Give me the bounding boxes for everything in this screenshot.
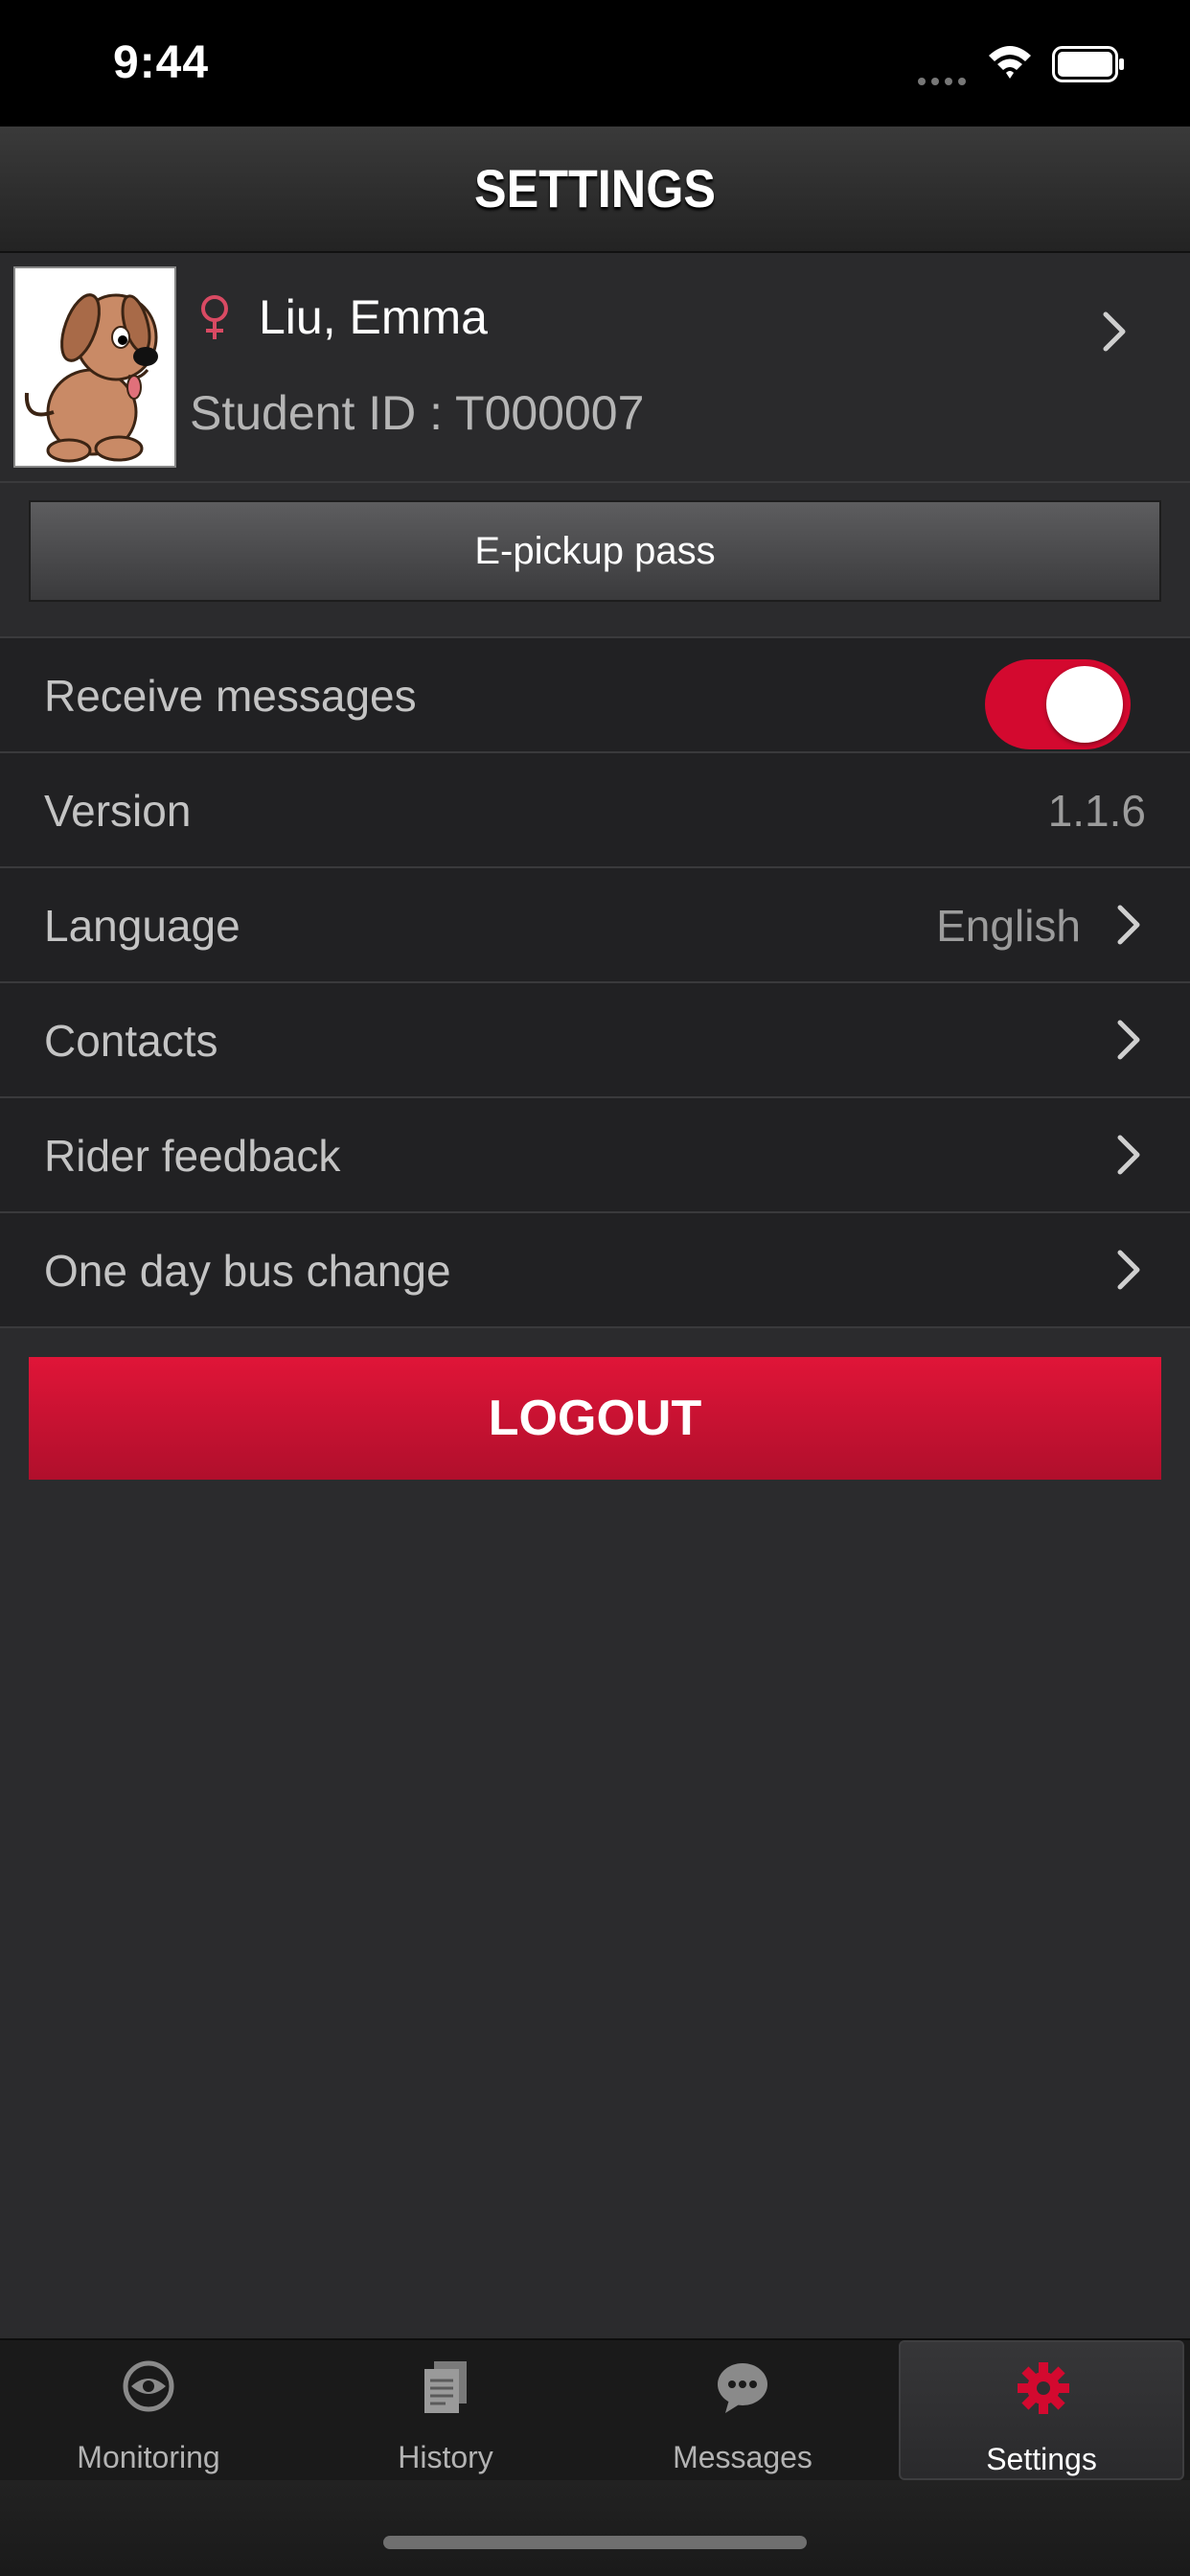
history-icon (424, 2361, 467, 2413)
version-value: 1.1.6 (1047, 786, 1146, 836)
tab-history-label: History (398, 2440, 493, 2474)
language-label: Language (44, 901, 240, 951)
toggle-knob (1046, 666, 1123, 743)
tab-monitoring[interactable]: Monitoring (0, 2340, 297, 2480)
tab-settings[interactable]: Settings (899, 2340, 1184, 2480)
home-indicator[interactable] (383, 2536, 807, 2549)
student-profile-row[interactable]: Liu, Emma Student ID : T000007 (0, 253, 1190, 483)
bottom-safe-area (0, 2480, 1190, 2576)
contacts-label: Contacts (44, 1016, 218, 1066)
tab-messages[interactable]: Messages (594, 2340, 891, 2480)
settings-gear-icon (1018, 2362, 1069, 2414)
tab-settings-label: Settings (986, 2442, 1097, 2476)
chevron-right-icon (1117, 1020, 1140, 1060)
one-day-bus-change-label: One day bus change (44, 1246, 451, 1296)
chevron-right-icon (1117, 1135, 1140, 1175)
monitoring-icon (123, 2360, 174, 2412)
chevron-right-icon (1117, 1250, 1140, 1290)
one-day-bus-change-row[interactable]: One day bus change (0, 1213, 1190, 1328)
language-value: English (936, 901, 1081, 951)
contacts-row[interactable]: Contacts (0, 983, 1190, 1098)
rider-feedback-row[interactable]: Rider feedback (0, 1098, 1190, 1213)
tab-monitoring-label: Monitoring (77, 2440, 220, 2474)
battery-icon (1052, 46, 1124, 82)
receive-messages-row: Receive messages (0, 638, 1190, 753)
student-id: Student ID : T000007 (190, 386, 645, 440)
student-avatar (13, 266, 176, 468)
receive-messages-toggle[interactable] (985, 659, 1131, 749)
e-pickup-pass-button[interactable]: E-pickup pass (29, 500, 1161, 602)
logout-button[interactable]: LOGOUT (29, 1357, 1161, 1480)
wifi-icon (989, 46, 1031, 79)
dog-avatar-image (15, 268, 174, 466)
tab-history[interactable]: History (297, 2340, 594, 2480)
tab-bar: Monitoring History Messages Settings (0, 2338, 1190, 2480)
cellular-signal-icon (918, 73, 973, 85)
messages-icon (718, 2363, 767, 2413)
receive-messages-label: Receive messages (44, 671, 417, 721)
version-label: Version (44, 786, 192, 836)
chevron-right-icon (1103, 311, 1126, 352)
version-row: Version 1.1.6 (0, 753, 1190, 868)
tab-messages-label: Messages (673, 2440, 812, 2474)
female-icon (201, 295, 228, 339)
rider-feedback-label: Rider feedback (44, 1131, 341, 1181)
language-row[interactable]: Language English (0, 868, 1190, 983)
chevron-right-icon (1117, 905, 1140, 945)
navigation-bar: SETTINGS (0, 126, 1190, 253)
page-title: SETTINGS (473, 158, 717, 218)
status-time: 9:44 (113, 37, 210, 88)
student-name: Liu, Emma (259, 290, 488, 344)
